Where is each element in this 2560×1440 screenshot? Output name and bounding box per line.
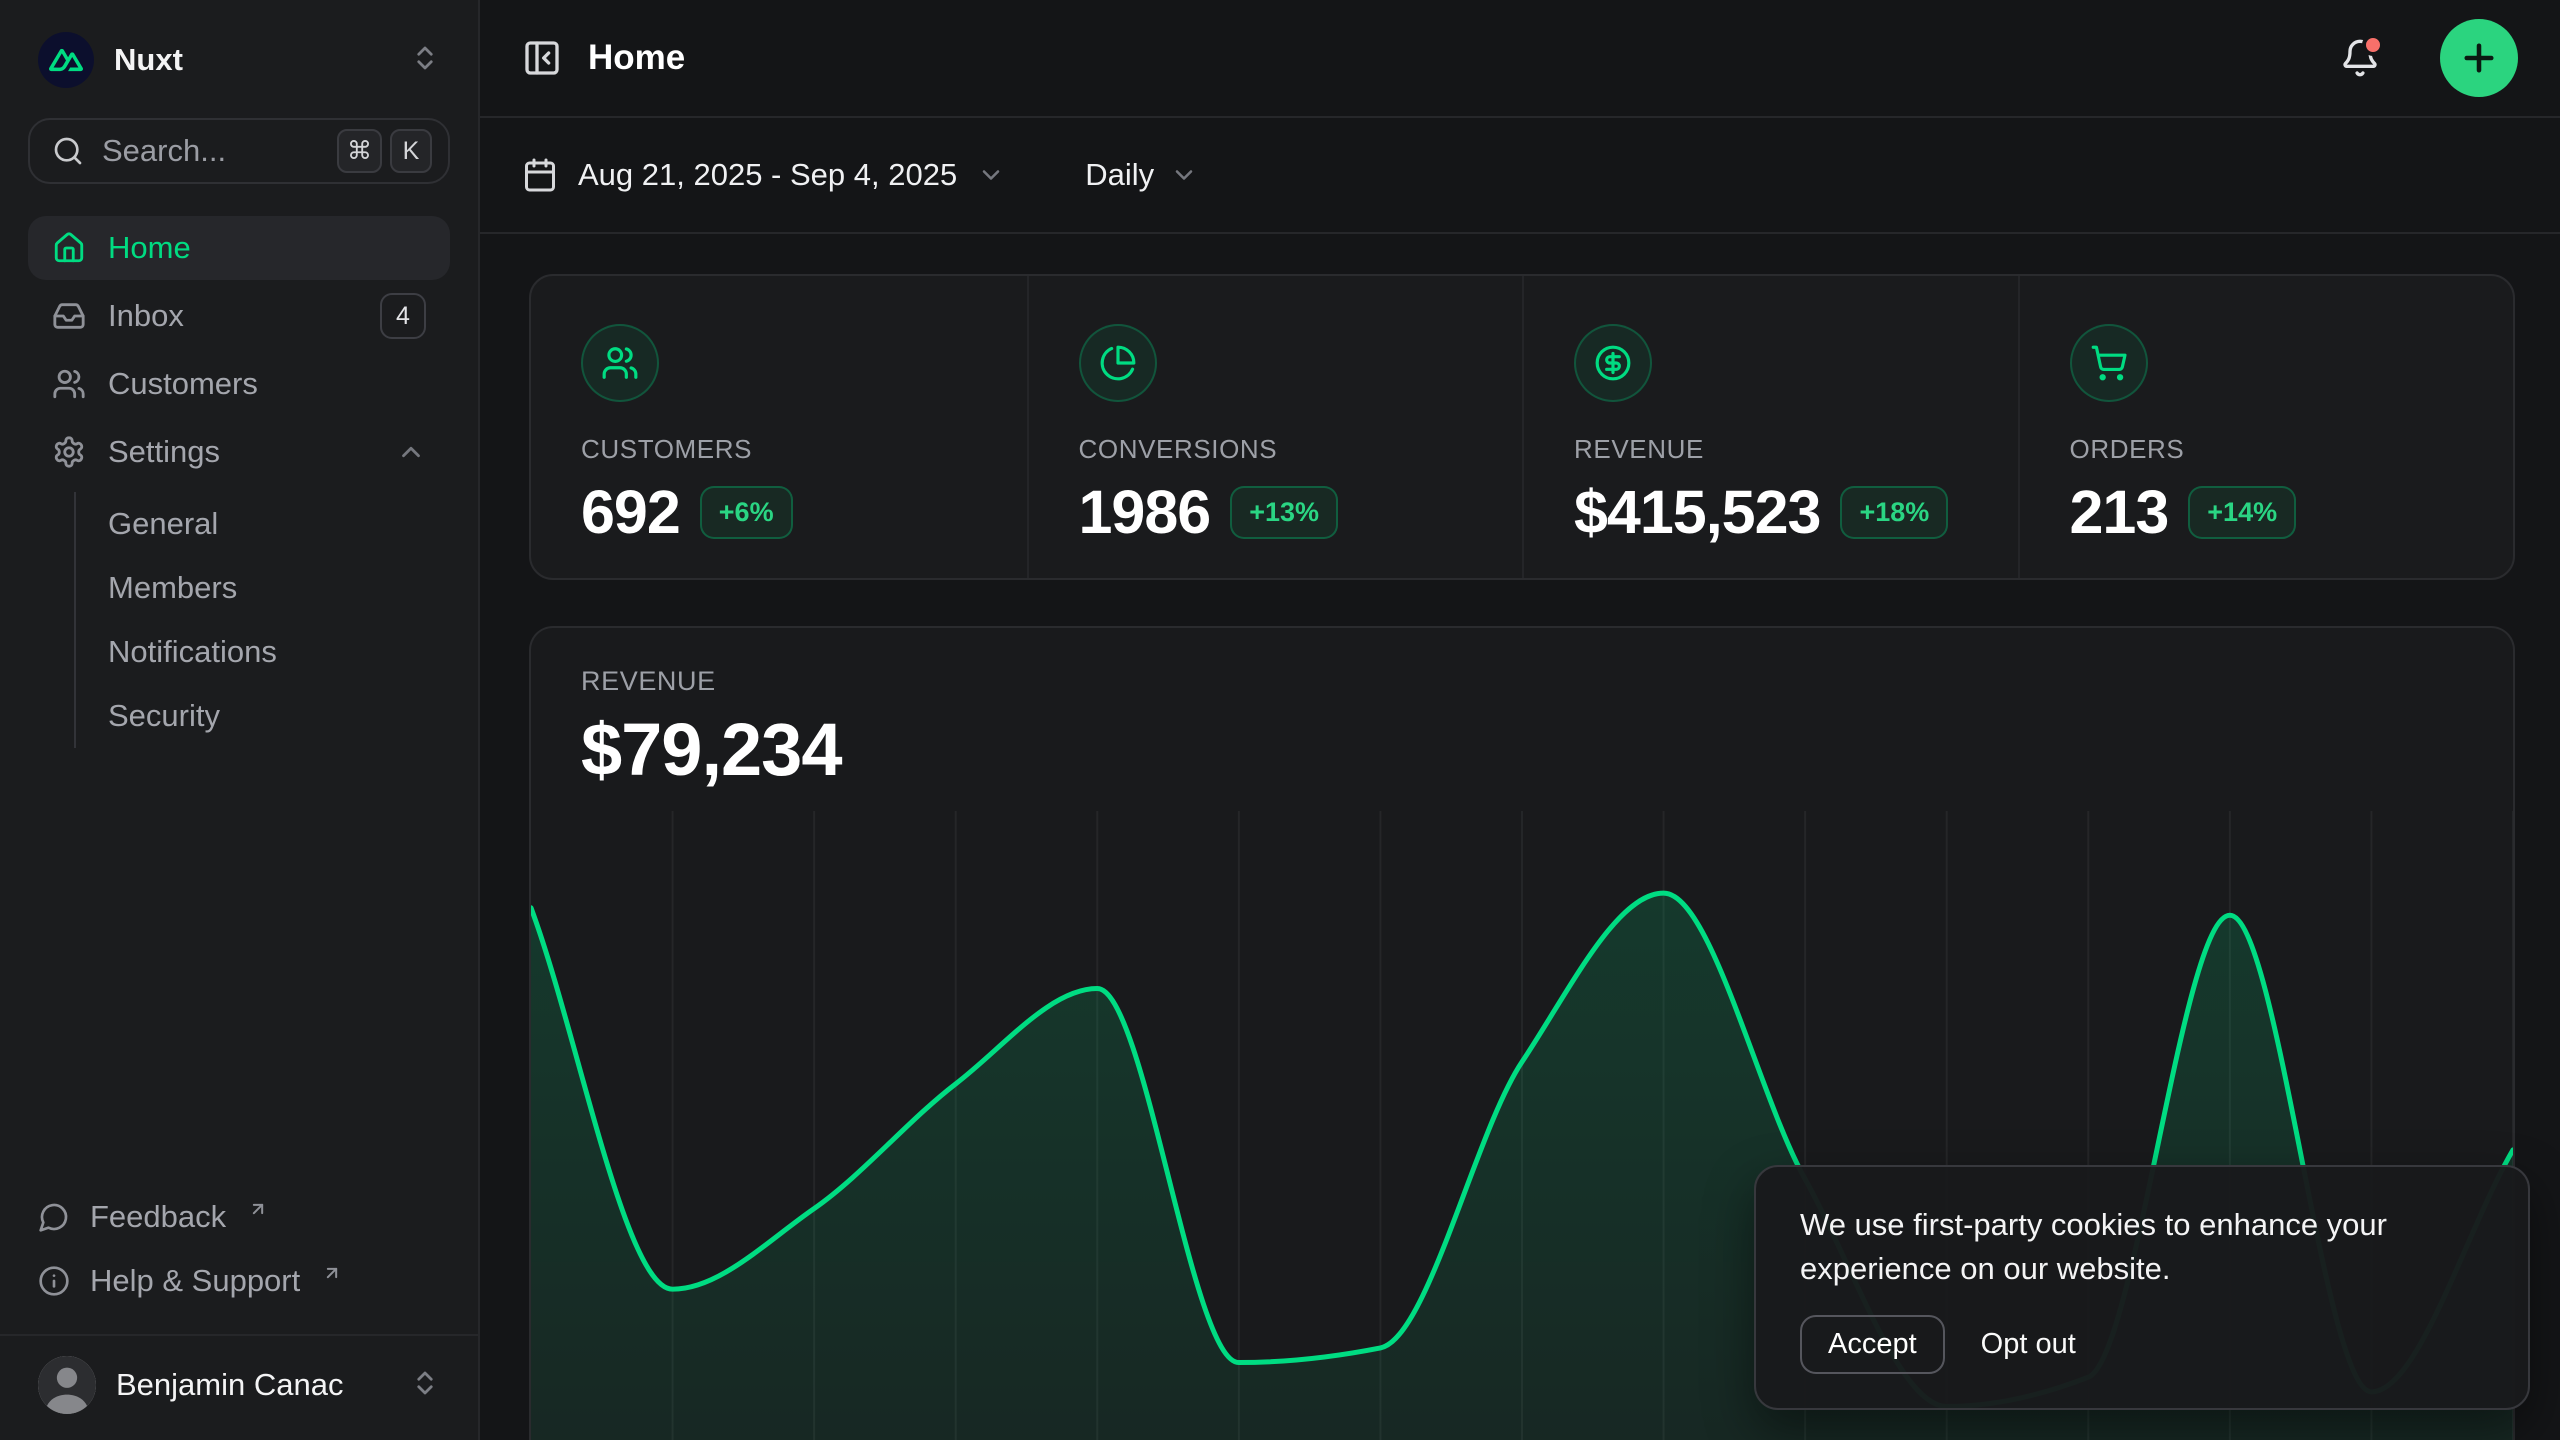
- external-link-icon: [322, 1263, 342, 1283]
- top-bar: Home: [480, 0, 2560, 118]
- filter-bar: Aug 21, 2025 - Sep 4, 2025 Daily: [480, 118, 2560, 234]
- dollar-circle-icon: [1574, 324, 1652, 402]
- stat-label: CUSTOMERS: [581, 434, 1007, 465]
- sidebar-item-security[interactable]: Security: [76, 684, 450, 748]
- user-name: Benjamin Canac: [116, 1367, 390, 1403]
- stat-delta-badge: +14%: [2188, 486, 2296, 539]
- cookie-message: We use first-party cookies to enhance yo…: [1800, 1203, 2484, 1291]
- stat-card-orders: ORDERS 213 +14%: [2018, 276, 2514, 578]
- feedback-link[interactable]: Feedback: [28, 1188, 450, 1246]
- workspace-name: Nuxt: [114, 42, 390, 78]
- stat-card-customers: CUSTOMERS 692 +6%: [531, 276, 1027, 578]
- stat-delta-badge: +6%: [700, 486, 793, 539]
- sidebar-item-inbox[interactable]: Inbox 4: [28, 284, 450, 348]
- external-link-icon: [248, 1199, 268, 1219]
- sidebar-item-label: Home: [108, 230, 191, 266]
- chevron-up-icon: [396, 437, 426, 467]
- chevrons-up-down-icon: [410, 43, 440, 78]
- shopping-cart-icon: [2070, 324, 2148, 402]
- date-range-picker[interactable]: Aug 21, 2025 - Sep 4, 2025: [522, 157, 1005, 193]
- stat-value: 213: [2070, 477, 2169, 547]
- sidebar-item-notifications[interactable]: Notifications: [76, 620, 450, 684]
- inbox-icon: [52, 299, 86, 333]
- notification-dot: [2362, 34, 2384, 56]
- search-icon: [52, 135, 84, 167]
- stat-card-revenue: REVENUE $415,523 +18%: [1522, 276, 2018, 578]
- message-bubble-icon: [38, 1201, 70, 1233]
- chevron-down-icon: [1170, 161, 1198, 189]
- gear-icon: [52, 435, 86, 469]
- stats-row: CUSTOMERS 692 +6% CONVERSIONS 1986 +13%: [529, 274, 2515, 580]
- stat-label: REVENUE: [1574, 434, 1998, 465]
- settings-subnav: General Members Notifications Security: [74, 492, 450, 748]
- sidebar-item-general[interactable]: General: [76, 492, 450, 556]
- cookie-banner: We use first-party cookies to enhance yo…: [1754, 1165, 2530, 1410]
- search-input[interactable]: Search... ⌘ K: [28, 118, 450, 184]
- sidebar-footer: Feedback Help & Support: [28, 1188, 450, 1324]
- chart-total-value: $79,234: [581, 707, 2513, 792]
- chevrons-up-down-icon: [410, 1368, 440, 1403]
- stat-delta-badge: +13%: [1230, 486, 1338, 539]
- kbd-k: K: [390, 129, 432, 173]
- search-placeholder: Search...: [102, 133, 319, 169]
- workspace-switcher[interactable]: Nuxt: [28, 26, 450, 94]
- page-title: Home: [588, 38, 2314, 78]
- help-support-label: Help & Support: [90, 1263, 300, 1299]
- stat-value: $415,523: [1574, 477, 1820, 547]
- avatar: [38, 1356, 96, 1414]
- sidebar-collapse-button[interactable]: [522, 38, 562, 78]
- users-icon: [581, 324, 659, 402]
- stat-card-conversions: CONVERSIONS 1986 +13%: [1027, 276, 1523, 578]
- nuxt-logo-icon: [38, 32, 94, 88]
- granularity-select[interactable]: Daily: [1085, 157, 1198, 193]
- chart-title: REVENUE: [581, 666, 2513, 697]
- home-icon: [52, 231, 86, 265]
- info-circle-icon: [38, 1265, 70, 1297]
- add-button[interactable]: [2440, 19, 2518, 97]
- sidebar-item-label: Inbox: [108, 298, 184, 334]
- kbd-cmd: ⌘: [337, 129, 382, 173]
- sidebar-nav: Home Inbox 4 Customers Setting: [28, 216, 450, 748]
- stat-value: 1986: [1079, 477, 1211, 547]
- user-menu[interactable]: Benjamin Canac: [28, 1336, 450, 1440]
- granularity-value: Daily: [1085, 157, 1154, 193]
- sidebar-item-label: Customers: [108, 366, 258, 402]
- stat-delta-badge: +18%: [1840, 486, 1948, 539]
- inbox-count-badge: 4: [380, 293, 426, 339]
- help-support-link[interactable]: Help & Support: [28, 1252, 450, 1310]
- sidebar-item-label: Settings: [108, 434, 220, 470]
- feedback-label: Feedback: [90, 1199, 226, 1235]
- search-kbd-shortcut: ⌘ K: [337, 129, 432, 173]
- sidebar: Nuxt Search... ⌘ K Home: [0, 0, 480, 1440]
- sidebar-item-home[interactable]: Home: [28, 216, 450, 280]
- stat-value: 692: [581, 477, 680, 547]
- optout-cookies-button[interactable]: Opt out: [1975, 1317, 2082, 1372]
- users-icon: [52, 367, 86, 401]
- accept-cookies-button[interactable]: Accept: [1800, 1315, 1945, 1374]
- sidebar-item-members[interactable]: Members: [76, 556, 450, 620]
- sidebar-item-customers[interactable]: Customers: [28, 352, 450, 416]
- notifications-bell-button[interactable]: [2340, 38, 2380, 78]
- sidebar-item-settings[interactable]: Settings: [28, 420, 450, 484]
- stat-label: CONVERSIONS: [1079, 434, 1503, 465]
- pie-chart-icon: [1079, 324, 1157, 402]
- stat-label: ORDERS: [2070, 434, 2494, 465]
- date-range-value: Aug 21, 2025 - Sep 4, 2025: [578, 157, 957, 193]
- chevron-down-icon: [977, 161, 1005, 189]
- calendar-icon: [522, 157, 558, 193]
